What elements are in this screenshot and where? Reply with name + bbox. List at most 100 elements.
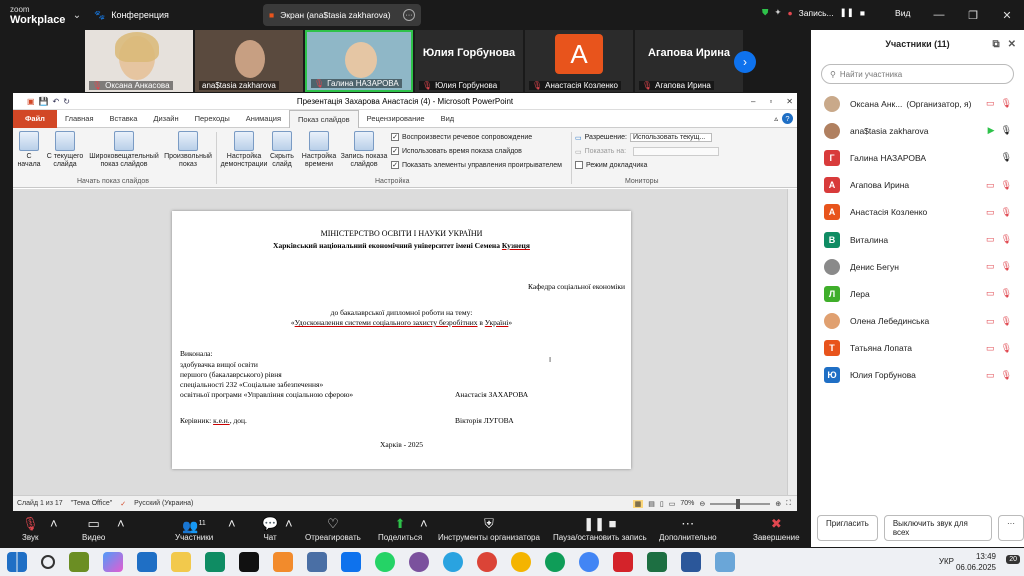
setup-button[interactable]: Настройка демонстрации: [219, 131, 269, 169]
tab-slideshow[interactable]: Показ слайдов: [289, 109, 359, 128]
mic-muted-icon[interactable]: 🎙: [1001, 98, 1012, 109]
broadcast-button[interactable]: Широковещательный показ слайдов: [87, 131, 161, 169]
video-off-icon[interactable]: ▭: [986, 207, 995, 218]
participants-options-chevron-icon[interactable]: ˄: [228, 515, 236, 533]
participant-row[interactable]: Т Татьяна Лопата ▭ 🎙: [811, 335, 1024, 362]
mic-icon[interactable]: 🎙: [1001, 152, 1012, 163]
app-icon[interactable]: [715, 552, 735, 572]
video-off-icon[interactable]: ▭: [986, 261, 995, 272]
word-icon[interactable]: [681, 552, 701, 572]
language[interactable]: Русский (Украина): [134, 500, 193, 507]
zoom-out-icon[interactable]: ⊖: [699, 500, 705, 508]
video-off-icon[interactable]: ▭: [986, 180, 995, 191]
chrome-icon[interactable]: [477, 552, 497, 572]
end-meeting-button[interactable]: ✖ Завершение: [753, 515, 800, 542]
react-button[interactable]: ♡ Отреагировать: [305, 515, 361, 542]
chevron-down-icon[interactable]: ⌄: [70, 8, 84, 22]
files-icon[interactable]: [205, 552, 225, 572]
participant-row[interactable]: Ю Юлия Горбунова ▭ 🎙: [811, 362, 1024, 389]
system-tray[interactable]: УКР 13:49 06.06.2025: [939, 551, 996, 573]
fit-window-icon[interactable]: ⛶: [786, 500, 791, 508]
chrome-icon[interactable]: [579, 552, 599, 572]
resolution-select[interactable]: ▭ Разрешение: Использовать текущ...: [575, 133, 712, 142]
mute-all-button[interactable]: Выключить звук для всех: [883, 515, 992, 541]
mic-muted-icon[interactable]: 🎙: [1001, 370, 1012, 381]
video-tile[interactable]: А 🎙 Анастасія Козленко: [525, 30, 633, 92]
chat-options-chevron-icon[interactable]: ˄: [285, 515, 293, 533]
video-off-icon[interactable]: ▭: [986, 288, 995, 299]
video-button[interactable]: ▭ Видео: [82, 515, 105, 542]
normal-view-icon[interactable]: ▦: [632, 499, 644, 508]
more-options-icon[interactable]: ···: [403, 9, 415, 21]
vertical-scrollbar[interactable]: [787, 189, 797, 495]
store-icon[interactable]: [137, 552, 157, 572]
participant-row[interactable]: Г Галина НАЗАРОВА 🎙: [811, 144, 1024, 171]
mic-muted-icon[interactable]: 🎙: [1001, 234, 1012, 245]
notification-badge[interactable]: 20: [1006, 555, 1020, 564]
participant-row[interactable]: Денис Бегун ▭ 🎙: [811, 253, 1024, 280]
stop-recording-icon[interactable]: ■: [860, 8, 865, 18]
custom-show-button[interactable]: Произвольный показ: [163, 131, 213, 169]
video-off-icon[interactable]: ▭: [986, 234, 995, 245]
zoom-taskbar-icon[interactable]: [341, 552, 361, 572]
participant-row[interactable]: ana$tasia zakharova ▶ 🎙: [811, 117, 1024, 144]
video-tile[interactable]: Юлия Горбунова 🎙 Юлия Горбунова: [415, 30, 523, 92]
pause-stop-recording-button[interactable]: ❚❚ ■ Пауза/остановить запись: [553, 515, 647, 542]
minimize-icon[interactable]: –: [751, 97, 755, 106]
presenter-view-checkbox[interactable]: Режим докладчика: [575, 161, 647, 169]
tab-home[interactable]: Главная: [57, 110, 102, 128]
sorter-view-icon[interactable]: ▤: [648, 500, 655, 508]
tab-transitions[interactable]: Переходы: [187, 110, 238, 128]
x-app-icon[interactable]: [239, 552, 259, 572]
from-current-button[interactable]: С текущего слайда: [45, 131, 85, 169]
search-icon[interactable]: [41, 555, 55, 569]
slide-canvas[interactable]: МІНІСТЕРСТВО ОСВІТИ І НАУКИ УКРАЇНИ Харк…: [172, 211, 631, 469]
input-language[interactable]: УКР: [939, 556, 954, 567]
mic-muted-icon[interactable]: 🎙: [1001, 288, 1012, 299]
video-off-icon[interactable]: ▭: [986, 370, 995, 381]
reading-view-icon[interactable]: ▯: [660, 500, 664, 508]
close-icon[interactable]: ✕: [1008, 39, 1016, 50]
acrobat-icon[interactable]: [613, 552, 633, 572]
excel-icon[interactable]: [647, 552, 667, 572]
whatsapp-icon[interactable]: [375, 552, 395, 572]
help-icon[interactable]: ?: [782, 113, 793, 124]
timings-checkbox[interactable]: ✓ Использовать время показа слайдов: [391, 147, 522, 155]
invite-button[interactable]: Пригласить: [817, 515, 878, 541]
mic-muted-icon[interactable]: 🎙: [1001, 207, 1012, 218]
video-off-icon[interactable]: ▭: [986, 316, 995, 327]
media-controls-checkbox[interactable]: ✓ Показать элементы управления проигрыват…: [391, 161, 562, 169]
popout-icon[interactable]: ⧉: [992, 39, 999, 50]
taskview-icon[interactable]: [69, 552, 89, 572]
participant-row[interactable]: Олена Лебединська ▭ 🎙: [811, 308, 1024, 335]
mic-icon[interactable]: 🎙: [1001, 125, 1012, 136]
chrome-icon[interactable]: [545, 552, 565, 572]
host-tools-button[interactable]: ⛨ Инструменты организатора: [438, 515, 540, 542]
mic-muted-icon[interactable]: 🎙: [1001, 261, 1012, 272]
screen-share-pill[interactable]: ■ Экран (ana$tasia zakharova) ···: [263, 4, 421, 26]
participant-search[interactable]: ⚲ Найти участника: [821, 64, 1014, 84]
video-tile[interactable]: ana$tasia zakharova: [195, 30, 303, 92]
tab-insert[interactable]: Вставка: [102, 110, 146, 128]
video-tile-active-speaker[interactable]: 🎙 Галина НАЗАРОВА: [305, 30, 413, 92]
from-start-button[interactable]: С начала: [15, 131, 43, 169]
video-off-icon[interactable]: ▭: [986, 98, 995, 109]
zoom-level[interactable]: 70%: [680, 500, 694, 507]
share-button[interactable]: ⬆ Поделиться: [378, 515, 422, 542]
chrome-icon[interactable]: [511, 552, 531, 572]
zoom-slider[interactable]: [710, 498, 771, 509]
slideshow-view-icon[interactable]: ▭: [669, 500, 676, 508]
spellcheck-icon[interactable]: ✓: [120, 500, 126, 508]
video-options-chevron-icon[interactable]: ˄: [117, 515, 125, 533]
audio-options-chevron-icon[interactable]: ˄: [50, 515, 58, 533]
maximize-icon[interactable]: ❐: [956, 9, 990, 22]
participant-row[interactable]: В Виталина ▭ 🎙: [811, 226, 1024, 253]
share-options-chevron-icon[interactable]: ˄: [420, 515, 428, 533]
narration-checkbox[interactable]: ✓ Воспроизвести речевое сопровождение: [391, 133, 532, 141]
telegram-icon[interactable]: [443, 552, 463, 572]
tab-view[interactable]: Вид: [433, 110, 463, 128]
recording-status[interactable]: ⛊ ✦ ● Запись... ❚❚ ■ Вид: [762, 7, 910, 18]
view-button[interactable]: Вид: [895, 8, 910, 18]
mic-muted-icon[interactable]: 🎙: [1001, 180, 1012, 191]
record-show-button[interactable]: Запись показа слайдов: [339, 131, 389, 169]
